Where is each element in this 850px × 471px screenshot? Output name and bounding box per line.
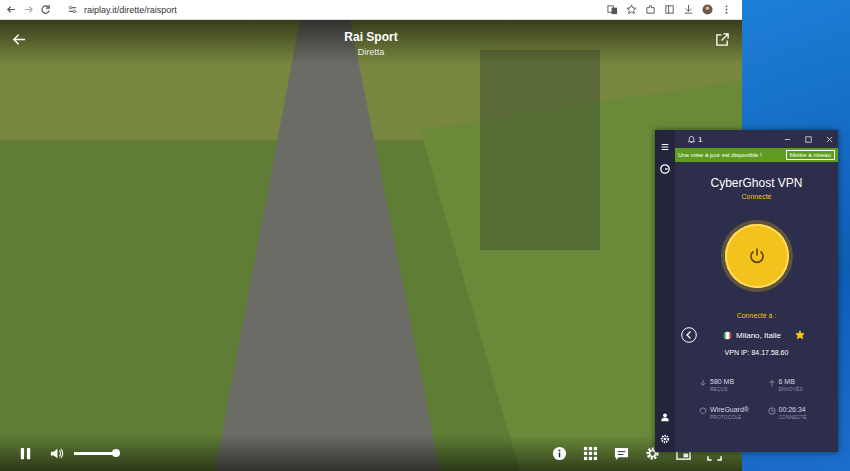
connection-stats: 580 MBREÇUS 6 MBENVOYÉS WireGuard®PROTOCOL… [675,356,838,420]
video-player[interactable]: Rai Sport Diretta [0,20,742,471]
clock-icon [768,407,776,415]
power-icon [747,246,767,266]
bookmark-star-icon[interactable] [626,4,637,15]
browser-toolbar: raiplay.it/dirette/raisport [0,0,742,20]
update-banner: Une mise à jour est disponible ! Mettre à… [675,148,838,162]
stat-value: 6 MB [779,378,803,385]
favorite-star-icon[interactable] [795,330,805,340]
minimize-icon[interactable] [783,135,792,144]
close-icon[interactable] [825,135,834,144]
protocol-icon [699,407,707,415]
info-icon[interactable] [552,446,567,461]
connection-status: Connecté [742,193,772,200]
grid-icon[interactable] [583,446,598,461]
hamburger-menu-icon[interactable] [660,142,670,152]
power-button[interactable] [725,224,789,288]
volume-slider[interactable] [74,452,116,455]
cyberghost-logo-icon[interactable] [660,164,670,174]
site-info-icon[interactable] [67,4,78,15]
reload-icon[interactable] [40,4,51,15]
update-message: Une mise à jour est disponible ! [678,152,762,158]
stat-label: ENVOYÉS [779,386,803,392]
account-icon[interactable] [660,412,670,422]
stat-item: WireGuard®PROTOCOLE [699,406,762,420]
screen: raiplay.it/dirette/raisport Rai Sport Dire… [0,0,850,471]
downloads-icon[interactable] [683,4,694,15]
pause-icon[interactable] [18,446,33,461]
vpn-sidebar [655,130,675,452]
video-frame [0,20,742,471]
upload-arrow-icon [768,379,776,387]
vpn-settings-gear-icon[interactable] [660,434,670,444]
browser-window: raiplay.it/dirette/raisport Rai Sport Dire… [0,0,742,471]
bell-icon[interactable] [687,135,696,144]
italy-flag-icon [723,331,732,340]
notification-count: 1 [698,135,702,144]
stat-item: 580 MBREÇUS [699,378,762,392]
cyberghost-window: 1 Une mise à jour est disponible ! Mettre … [655,130,838,452]
app-title: CyberGhost VPN [710,176,802,190]
share-icon[interactable] [715,32,730,47]
stat-label: REÇUS [710,386,734,392]
extensions-icon[interactable] [645,4,656,15]
player-header: Rai Sport Diretta [0,20,742,64]
channel-title: Rai Sport [27,30,715,44]
vpn-main-panel: 1 Une mise à jour est disponible ! Mettre … [675,130,838,452]
stat-value: WireGuard® [710,406,749,413]
media-icon[interactable] [664,4,675,15]
stat-item: 00:26:34CONNECTÉ [768,406,831,420]
connected-to-label: Connecté à : [737,312,777,319]
back-chevron-icon[interactable] [681,327,697,343]
menu-dots-icon[interactable] [721,4,732,15]
maximize-icon[interactable] [804,135,813,144]
server-location: Milano, Italie [736,331,781,340]
stat-label: PROTOCOLE [710,414,749,420]
vpn-ip: VPN IP: 84.17.58.60 [725,349,789,356]
location-row: Milano, Italie [675,327,838,343]
volume-icon[interactable] [49,446,64,461]
subtitles-icon[interactable] [614,446,629,461]
profile-avatar-icon[interactable] [702,4,713,15]
back-arrow-icon[interactable] [12,32,27,47]
stat-value: 00:26:34 [779,406,807,413]
vpn-titlebar: 1 [675,130,838,148]
stat-value: 580 MB [710,378,734,385]
translate-icon[interactable] [607,4,618,15]
forward-icon[interactable] [23,4,34,15]
stat-item: 6 MBENVOYÉS [768,378,831,392]
live-label: Diretta [27,47,715,57]
stat-label: CONNECTÉ [779,414,807,420]
address-bar[interactable]: raiplay.it/dirette/raisport [84,5,177,15]
player-controls [0,435,742,471]
download-arrow-icon [699,379,707,387]
upgrade-button[interactable]: Mettre à niveau [786,150,835,160]
back-icon[interactable] [6,4,17,15]
